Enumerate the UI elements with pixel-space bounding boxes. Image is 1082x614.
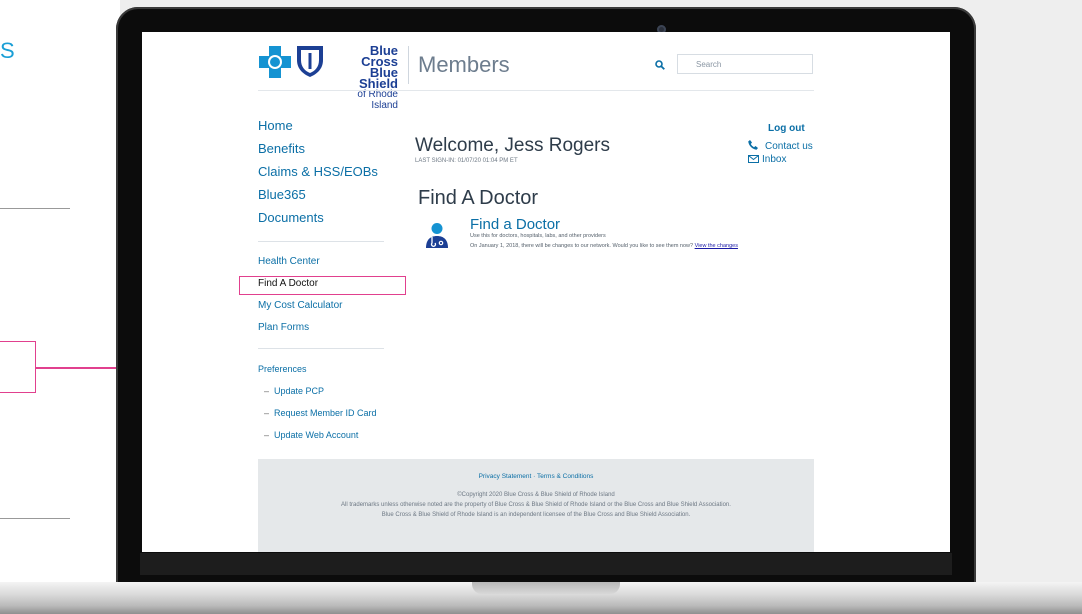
section-title: Members bbox=[418, 52, 510, 77]
blue-shield-logo-icon[interactable] bbox=[295, 44, 325, 78]
nav-item-benefits[interactable]: Benefits bbox=[258, 141, 378, 164]
site-footer: Privacy Statement · Terms & Conditions ©… bbox=[258, 459, 814, 552]
secondary-nav: Health Center Find A Doctor My Cost Calc… bbox=[258, 256, 342, 344]
nav-divider bbox=[258, 241, 384, 242]
nav-item-blue365[interactable]: Blue365 bbox=[258, 187, 378, 210]
page-title: Find A Doctor bbox=[418, 187, 539, 209]
search-input[interactable] bbox=[677, 54, 813, 74]
find-a-doctor-description: Use this for doctors, hospitals, labs, a… bbox=[470, 233, 606, 239]
privacy-link[interactable]: Privacy Statement bbox=[479, 473, 532, 480]
inbox-link[interactable]: Inbox bbox=[748, 154, 786, 165]
footer-links: Privacy Statement · Terms & Conditions bbox=[258, 473, 814, 480]
pref-item-label: Update Web Account bbox=[274, 430, 359, 440]
footer-separator: · bbox=[533, 473, 536, 480]
view-changes-link[interactable]: View the changes bbox=[695, 243, 738, 249]
nav-item-documents[interactable]: Documents bbox=[258, 210, 378, 233]
slide-divider bbox=[0, 518, 70, 519]
laptop-bezel-chin bbox=[140, 553, 952, 575]
header-rule bbox=[258, 90, 814, 91]
find-a-doctor-highlight bbox=[239, 276, 406, 295]
nav-item-cost-calculator[interactable]: My Cost Calculator bbox=[258, 300, 342, 322]
site-header: Blue Cross Blue Shield of Rhode Island M… bbox=[258, 40, 816, 111]
dash-icon: – bbox=[264, 430, 270, 440]
dash-icon: – bbox=[264, 386, 270, 396]
last-sign-in: LAST SIGN-IN: 01/07/20 01:04 PM ET bbox=[415, 158, 518, 164]
phone-icon bbox=[748, 140, 758, 150]
inbox-label: Inbox bbox=[762, 154, 787, 165]
find-a-doctor-link[interactable]: Find a Doctor bbox=[470, 216, 560, 233]
logo-line-3: of Rhode Island bbox=[357, 89, 398, 111]
brand-logo-text: Blue Cross Blue Shield of Rhode Island bbox=[332, 43, 398, 111]
pref-item-request-id-card[interactable]: – Request Member ID Card bbox=[258, 408, 377, 430]
nav-item-plan-forms[interactable]: Plan Forms bbox=[258, 322, 342, 344]
welcome-greeting: Welcome, Jess Rogers bbox=[415, 135, 610, 156]
header-divider bbox=[408, 46, 409, 84]
logo-line-1: Blue Cross bbox=[361, 43, 398, 69]
preferences-heading: Preferences bbox=[258, 364, 307, 374]
slide-fragment-letter: S bbox=[0, 38, 15, 63]
laptop-notch bbox=[472, 582, 620, 594]
pref-item-update-pcp[interactable]: – Update PCP bbox=[258, 386, 377, 408]
footer-licensee: Blue Cross & Blue Shield of Rhode Island… bbox=[381, 512, 691, 518]
nav-item-health-center[interactable]: Health Center bbox=[258, 256, 342, 278]
slide-divider bbox=[0, 208, 70, 209]
nav-item-claims[interactable]: Claims & HSS/EOBs bbox=[258, 164, 378, 187]
footer-copyright: ©Copyright 2020 Blue Cross & Blue Shield… bbox=[457, 492, 615, 498]
terms-link[interactable]: Terms & Conditions bbox=[537, 473, 593, 480]
search-icon[interactable] bbox=[655, 60, 665, 70]
footer-trademarks: All trademarks unless otherwise noted ar… bbox=[341, 502, 731, 508]
logout-link[interactable]: Log out bbox=[768, 123, 805, 134]
envelope-icon bbox=[748, 155, 759, 163]
blue-cross-logo-icon[interactable] bbox=[259, 46, 291, 78]
dash-icon: – bbox=[264, 408, 270, 418]
notice-text: On January 1, 2018, there will be change… bbox=[470, 243, 694, 249]
pref-item-label: Update PCP bbox=[274, 386, 325, 396]
contact-link[interactable]: Contact us bbox=[748, 140, 813, 152]
doctor-icon[interactable] bbox=[425, 222, 449, 248]
logo-line-2: Blue Shield bbox=[358, 65, 398, 91]
contact-label: Contact us bbox=[765, 141, 813, 152]
nav-item-home[interactable]: Home bbox=[258, 118, 378, 141]
nav-divider bbox=[258, 348, 384, 349]
network-change-notice: On January 1, 2018, there will be change… bbox=[470, 243, 738, 249]
pref-item-label: Request Member ID Card bbox=[274, 408, 377, 418]
preferences-nav: Preferences – Update PCP – Request Member … bbox=[258, 364, 377, 452]
laptop-screen: Blue Cross Blue Shield of Rhode Island M… bbox=[142, 32, 950, 552]
callout-box bbox=[0, 341, 36, 393]
pref-item-update-web-account[interactable]: – Update Web Account bbox=[258, 430, 377, 452]
primary-nav: Home Benefits Claims & HSS/EOBs Blue365 … bbox=[258, 118, 378, 233]
